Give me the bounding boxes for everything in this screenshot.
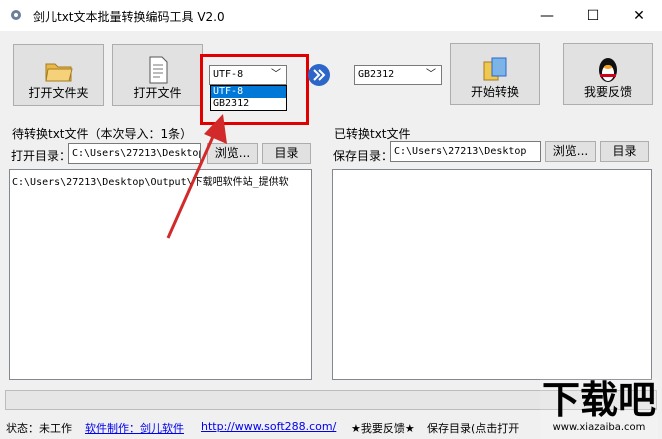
save-browse-button[interactable]: 浏览... [545,141,596,162]
open-file-label: 打开文件 [133,86,182,100]
source-encoding-options: UTF-8 GB2312 [210,85,287,111]
source-encoding-select[interactable]: UTF-8 ﹀ [209,65,287,85]
chevron-down-icon: ﹀ [426,69,436,80]
start-convert-button[interactable]: 开始转换 [450,43,540,105]
title-bar: 剑儿txt文本批量转换编码工具 V2.0 — ☐ ✕ [0,0,662,31]
option-utf8[interactable]: UTF-8 [211,86,286,98]
feedback-label: 我要反馈 [583,85,632,99]
open-dir-button[interactable]: 目录 [262,143,311,164]
open-file-button[interactable]: 打开文件 [112,44,203,106]
save-dir-status[interactable]: 保存目录(点击打开 [427,420,519,436]
start-convert-label: 开始转换 [470,85,519,99]
target-encoding-select[interactable]: GB2312 ﹀ [354,65,442,85]
minimize-button[interactable]: — [524,0,570,31]
open-dir-label: 打开目录： [11,149,72,163]
source-encoding-value: UTF-8 [213,69,244,80]
option-gb2312[interactable]: GB2312 [211,98,286,110]
app-gear-icon [11,10,21,20]
save-dir-button[interactable]: 目录 [600,141,649,162]
folder-icon [44,63,73,82]
author-link[interactable]: 软件制作：剑儿软件 [85,420,184,436]
converted-files-list[interactable] [332,169,652,380]
feedback-button[interactable]: 我要反馈 [563,43,653,105]
converted-files-title: 已转换txt文件 [334,127,411,141]
website-link[interactable]: http://www.soft288.com/ [201,420,336,433]
annotation-arrow-icon [166,114,227,239]
status-text: 状态：未工作 [6,422,72,435]
arrow-right-icon [308,64,330,86]
window-title: 剑儿txt文本批量转换编码工具 V2.0 [33,10,225,24]
watermark-logo: 下载吧 www.xiazaiba.com [540,378,658,439]
watermark-url: www.xiazaiba.com [552,422,646,433]
convert-icon [483,57,507,81]
open-folder-label: 打开文件夹 [28,86,89,100]
target-encoding-value: GB2312 [358,69,395,80]
feedback-link[interactable]: ★我要反馈★ [351,420,415,436]
document-icon [149,56,167,84]
watermark-text: 下载吧 [541,378,656,422]
open-folder-button[interactable]: 打开文件夹 [13,44,104,106]
maximize-button[interactable]: ☐ [570,0,616,31]
close-button[interactable]: ✕ [616,0,662,31]
save-dir-label: 保存目录： [333,149,394,163]
save-dir-input[interactable]: C:\Users\27213\Desktop [390,141,541,162]
chevron-down-icon: ﹀ [271,69,281,80]
penguin-icon [599,58,617,82]
